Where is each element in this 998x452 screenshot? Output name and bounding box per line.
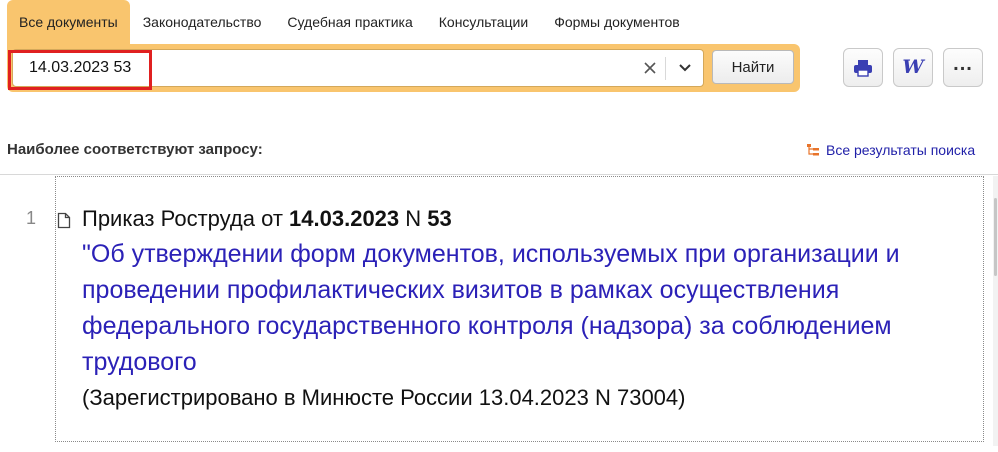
result-body: Приказ Роструда от 14.03.2023 N 53 "Об у… xyxy=(82,204,942,414)
document-icon xyxy=(57,212,71,229)
search-input[interactable] xyxy=(17,53,639,83)
divider xyxy=(665,57,666,80)
search-tabs: Все документы Законодательство Судебная … xyxy=(7,0,693,44)
print-button[interactable] xyxy=(843,48,883,87)
result-doc-number: 53 xyxy=(427,206,452,231)
more-icon: ... xyxy=(953,52,973,75)
tab-document-forms[interactable]: Формы документов xyxy=(541,0,693,44)
result-title-link[interactable]: "Об утверждении форм документов, использ… xyxy=(82,236,902,380)
scrollbar-thumb[interactable] xyxy=(994,198,997,276)
tab-legislation[interactable]: Законодательство xyxy=(130,0,275,44)
tab-consultations[interactable]: Консультации xyxy=(426,0,541,44)
chevron-down-icon[interactable] xyxy=(675,59,695,77)
word-export-button[interactable]: W xyxy=(893,48,933,87)
result-n-label: N xyxy=(399,206,428,231)
result-heading: Приказ Роструда от 14.03.2023 N 53 xyxy=(82,204,942,234)
search-panel: Найти xyxy=(7,44,800,92)
best-match-label: Наиболее соответствуют запросу: xyxy=(7,141,263,158)
result-prefix: Приказ Роструда от xyxy=(82,206,290,231)
all-results-link[interactable]: Все результаты поиска xyxy=(806,142,975,158)
tab-court-practice[interactable]: Судебная практика xyxy=(274,0,425,44)
result-number: 1 xyxy=(26,208,37,228)
find-button[interactable]: Найти xyxy=(712,50,794,84)
more-button[interactable]: ... xyxy=(943,48,983,87)
tree-list-icon xyxy=(807,144,819,156)
all-results-label: Все результаты поиска xyxy=(826,142,976,158)
result-registration-note: (Зарегистрировано в Минюсте России 13.04… xyxy=(82,385,686,410)
result-date: 14.03.2023 xyxy=(289,206,400,231)
print-icon xyxy=(854,59,872,77)
clear-icon[interactable] xyxy=(641,59,659,77)
divider xyxy=(0,174,998,175)
search-box xyxy=(12,49,704,87)
word-export-icon: W xyxy=(902,56,924,78)
tab-all-documents[interactable]: Все документы xyxy=(7,0,130,44)
